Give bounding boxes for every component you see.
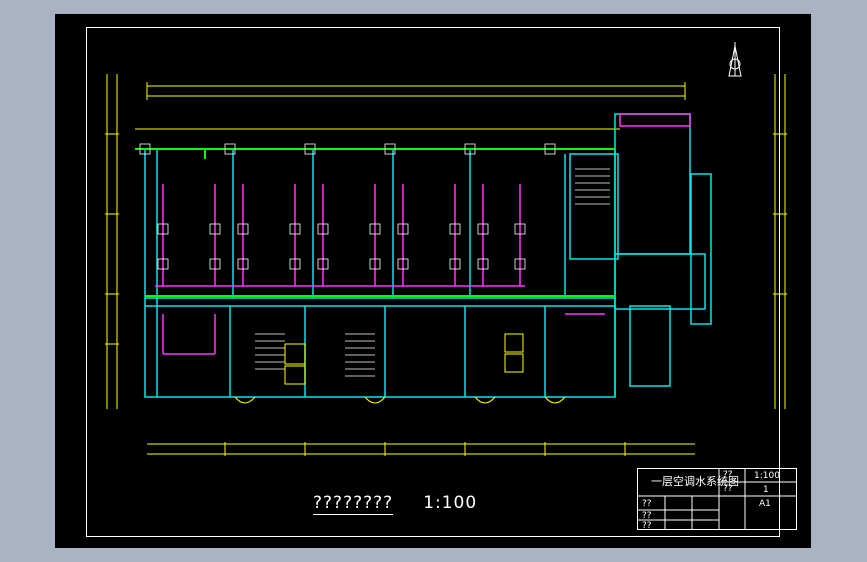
title-block-scale: 1:100 [754,471,780,481]
title-block-label-d: ?? [642,511,652,521]
title-block-label-c: ?? [642,499,652,509]
drawing-scale: 1:100 [423,493,478,513]
title-block-label-e: ?? [642,521,652,531]
title-block-sheet: 1 [763,485,769,495]
title-block-label-b: ?? [723,484,733,494]
title-block-size: A1 [759,499,771,509]
doors [234,333,566,404]
north-arrow-icon [728,42,742,77]
title-block-label-a: ?? [723,470,733,480]
title-block: 一层空调水系统图 ?? ?? 1:100 1 A1 ?? ?? ?? [637,468,797,531]
drawing-title-group: ???????? 1:100 [313,493,477,515]
building-walls [144,113,712,398]
fan-coil-units [139,143,556,270]
stairs [255,168,610,377]
drawing-title: ???????? [313,493,394,515]
